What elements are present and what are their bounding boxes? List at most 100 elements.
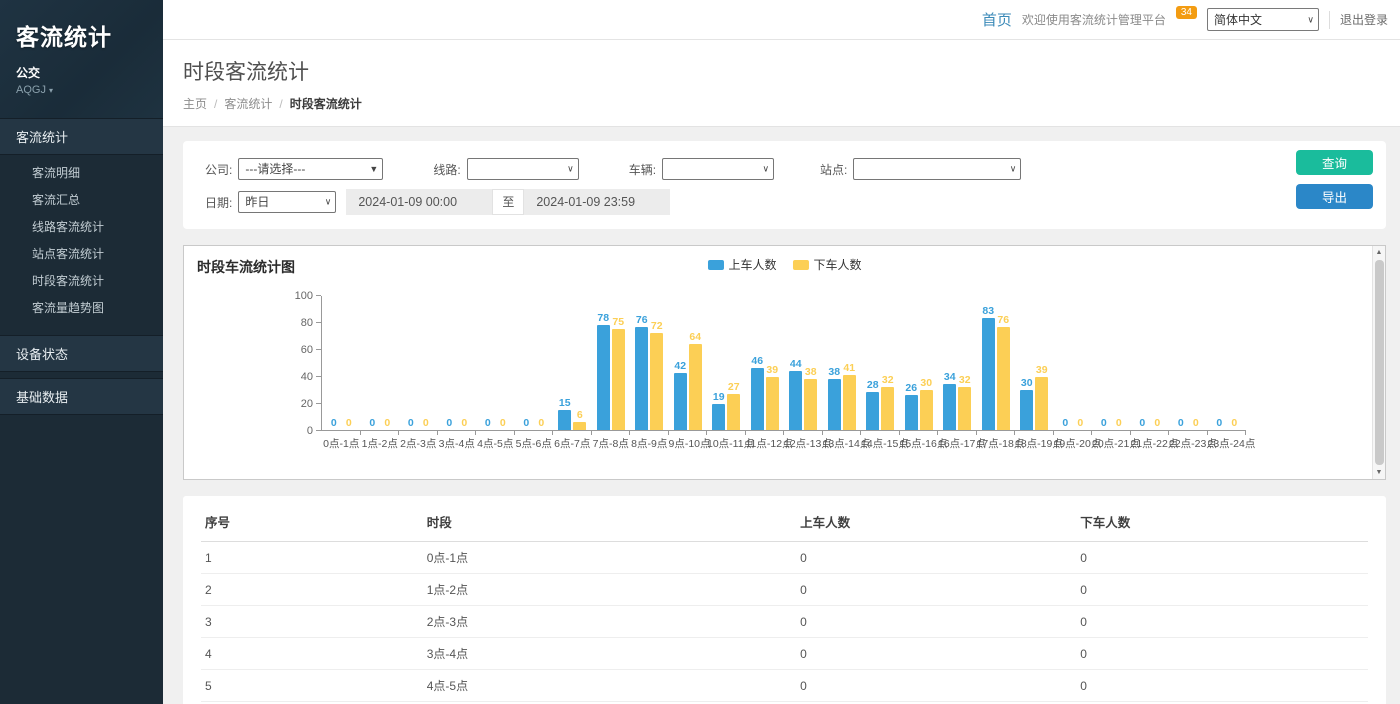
x-axis-tick-label: 7点-8点 [592, 436, 631, 451]
bar [843, 375, 856, 430]
chart-plot-wrap: 0000000000001567875767242641927463944383… [321, 296, 1246, 451]
chart-legend: 上车人数 下车人数 [707, 256, 861, 273]
home-link[interactable]: 首页 [982, 9, 1012, 30]
bar-value-label: 34 [944, 371, 956, 383]
bar-value-label: 38 [828, 366, 840, 378]
bar-value-label: 0 [1101, 417, 1107, 429]
legend-item-boarding[interactable]: 上车人数 [707, 256, 776, 273]
x-axis-tick-mark [938, 431, 977, 435]
x-axis-tick-mark [707, 431, 746, 435]
bar-value-label: 72 [651, 320, 663, 332]
x-axis-tick-label: 14点-15点 [861, 436, 900, 451]
bar-value-label: 15 [559, 397, 571, 409]
bar-value-label: 0 [1193, 417, 1199, 429]
x-axis-tick-label: 23点-24点 [1208, 436, 1247, 451]
app-logo-title: 客流统计 [16, 18, 147, 52]
x-axis-tick-label: 18点-19点 [1015, 436, 1054, 451]
table-cell: 4点-5点 [423, 670, 796, 702]
welcome-text: 欢迎使用客流统计管理平台 [1022, 11, 1166, 28]
sidebar-item-trend-chart[interactable]: 客流量趋势图 [0, 294, 163, 321]
company-label: 公司: [205, 161, 232, 178]
table-row: 10点-1点00 [201, 542, 1368, 574]
sidebar-item-device-status[interactable]: 设备状态 [0, 335, 163, 372]
scrollbar-thumb[interactable] [1375, 260, 1384, 465]
bar [689, 344, 702, 430]
company-select[interactable]: ---请选择--- [238, 158, 383, 180]
date-end-input[interactable]: 2024-01-09 23:59 [524, 189, 670, 215]
bar-value-label: 75 [612, 316, 624, 328]
legend-label-boarding: 上车人数 [728, 256, 776, 273]
bar-group: 4264 [669, 295, 708, 430]
bar-group: 00 [361, 295, 400, 430]
table-cell: 0 [1076, 670, 1368, 702]
topbar: 首页 欢迎使用客流统计管理平台 34 简体中文 ∨ 退出登录 [163, 0, 1400, 40]
title-section: 时段客流统计 主页 / 客流统计 / 时段客流统计 [163, 40, 1400, 127]
sidebar-item-line-stats[interactable]: 线路客流统计 [0, 213, 163, 240]
export-button[interactable]: 导出 [1296, 184, 1373, 209]
x-axis-tick-mark [900, 431, 939, 435]
x-axis-tick-label: 3点-4点 [438, 436, 477, 451]
line-select[interactable] [467, 158, 579, 180]
org-code-dropdown[interactable]: AQGJ ▾ [16, 84, 147, 96]
bar-value-label: 0 [1231, 417, 1237, 429]
action-buttons: 查询 导出 [1296, 150, 1373, 209]
notification-badge[interactable]: 34 [1176, 6, 1197, 19]
bar [866, 392, 879, 430]
language-select[interactable]: 简体中文 [1207, 8, 1319, 31]
bar [727, 394, 740, 430]
sidebar-item-base-data[interactable]: 基础数据 [0, 378, 163, 415]
bar [766, 377, 779, 430]
chart-vertical-scrollbar[interactable]: ▲ ▼ [1372, 246, 1385, 479]
bar-value-label: 78 [597, 312, 609, 324]
bar-group: 8376 [977, 295, 1016, 430]
bar-group: 3841 [823, 295, 862, 430]
filter-row-2: 日期: 昨日 ∨ 2024-01-09 00:00 至 2024-01-09 2… [197, 189, 1372, 215]
table-cell: 0 [796, 574, 1076, 606]
bar-group: 1927 [707, 295, 746, 430]
query-button[interactable]: 查询 [1296, 150, 1373, 175]
bar [1020, 390, 1033, 431]
scroll-up-arrow-icon[interactable]: ▲ [1376, 246, 1383, 259]
breadcrumb: 主页 / 客流统计 / 时段客流统计 [183, 95, 1400, 112]
table-cell: 1点-2点 [423, 574, 796, 606]
station-select[interactable] [853, 158, 1021, 180]
breadcrumb-section[interactable]: 客流统计 [224, 95, 272, 112]
sidebar-item-station-stats[interactable]: 站点客流统计 [0, 240, 163, 267]
sidebar-item-period-stats[interactable]: 时段客流统计 [0, 267, 163, 294]
sidebar-item-passenger-stats[interactable]: 客流统计 [0, 118, 163, 155]
legend-item-alighting[interactable]: 下车人数 [793, 256, 862, 273]
table-cell: 0点-1点 [423, 542, 796, 574]
bar-group: 7875 [592, 295, 631, 430]
x-axis-tick-mark [1131, 431, 1170, 435]
bar [751, 368, 764, 430]
bar-value-label: 0 [1116, 417, 1122, 429]
bar [943, 384, 956, 430]
date-to-label: 至 [492, 189, 524, 215]
table-cell: 0 [796, 638, 1076, 670]
date-preset-select[interactable]: 昨日 [238, 191, 336, 213]
table-cell: 0 [1076, 638, 1368, 670]
sidebar-item-passenger-detail[interactable]: 客流明细 [0, 159, 163, 186]
vehicle-select[interactable] [662, 158, 774, 180]
logout-link[interactable]: 退出登录 [1340, 11, 1388, 28]
sidebar-submenu: 客流明细 客流汇总 线路客流统计 站点客流统计 时段客流统计 客流量趋势图 [0, 155, 163, 329]
breadcrumb-home[interactable]: 主页 [183, 95, 207, 112]
bar-value-label: 28 [867, 379, 879, 391]
y-axis-tick-label: 80 [301, 317, 313, 329]
x-axis-tick-label: 8点-9点 [630, 436, 669, 451]
x-axis-tick-mark [1015, 431, 1054, 435]
chart-title: 时段车流统计图 [197, 257, 295, 277]
chart-plot: 0000000000001567875767242641927463944383… [321, 296, 1246, 431]
sidebar-item-passenger-summary[interactable]: 客流汇总 [0, 186, 163, 213]
app-window: 客流统计 公交 AQGJ ▾ 客流统计 客流明细 客流汇总 线路客流统计 站点客… [0, 0, 1400, 704]
x-axis-tick-label: 13点-14点 [823, 436, 862, 451]
breadcrumb-current: 时段客流统计 [290, 95, 362, 112]
content: 公司: ---请选择--- ▼ 线路: ∨ 车辆: ∨ [163, 127, 1400, 704]
org-code-label: AQGJ [16, 84, 46, 96]
date-start-input[interactable]: 2024-01-09 00:00 [346, 189, 492, 215]
scroll-down-arrow-icon[interactable]: ▼ [1376, 466, 1383, 479]
bar-value-label: 26 [905, 382, 917, 394]
bar-value-label: 0 [384, 417, 390, 429]
x-axis-tick-mark [1169, 431, 1208, 435]
vehicle-label: 车辆: [629, 161, 656, 178]
